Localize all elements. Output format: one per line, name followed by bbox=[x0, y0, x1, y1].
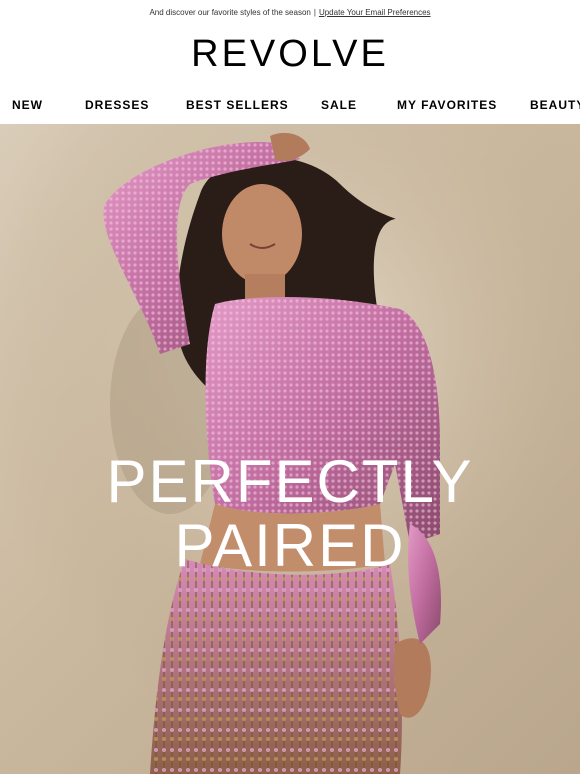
nav-item-dresses[interactable]: DRESSES bbox=[85, 98, 149, 112]
preheader: And discover our favorite styles of the … bbox=[0, 0, 580, 25]
nav-item-my-favorites[interactable]: MY FAVORITES bbox=[397, 98, 497, 112]
hero-banner[interactable]: PERFECTLY PAIRED bbox=[0, 124, 580, 774]
preheader-separator: | bbox=[313, 8, 316, 17]
header: REVOLVE bbox=[0, 25, 580, 81]
main-nav: NEW DRESSES BEST SELLERS SALE MY FAVORIT… bbox=[0, 81, 580, 123]
nav-item-best-sellers[interactable]: BEST SELLERS bbox=[186, 98, 289, 112]
hero-headline-line1: PERFECTLY bbox=[106, 448, 474, 515]
nav-item-new[interactable]: NEW bbox=[12, 98, 43, 112]
nav-item-sale[interactable]: SALE bbox=[321, 98, 357, 112]
hero-headline-line2: PAIRED bbox=[174, 512, 406, 579]
nav-item-beauty[interactable]: BEAUTY bbox=[530, 98, 580, 112]
update-preferences-link[interactable]: Update Your Email Preferences bbox=[319, 8, 431, 17]
revolve-logo[interactable]: REVOLVE bbox=[191, 33, 389, 73]
preheader-text: And discover our favorite styles of the … bbox=[149, 8, 311, 17]
